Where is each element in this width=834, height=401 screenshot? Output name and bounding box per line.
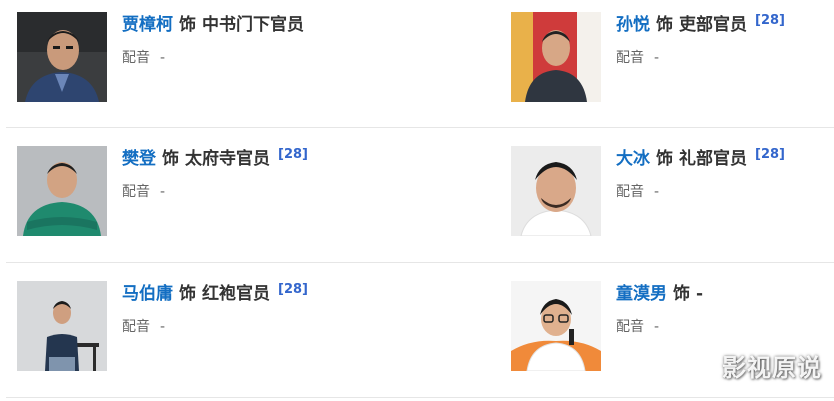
cast-info: 樊登饰太府寺官员 [28] 配音 -	[122, 147, 308, 201]
role-name: 吏部官员	[679, 15, 747, 35]
role-line: 童漠男饰 -	[616, 282, 703, 306]
dubbing-line: 配音 -	[122, 181, 308, 201]
cast-info: 马伯庸饰红袍官员 [28] 配音 -	[122, 282, 308, 336]
role-name: -	[696, 284, 704, 304]
dubbing-label: 配音	[122, 319, 150, 335]
actor-name-link[interactable]: 孙悦	[616, 15, 650, 35]
actor-portrait[interactable]	[17, 146, 107, 236]
dubbing-value: -	[654, 319, 660, 335]
dubbing-label: 配音	[616, 319, 644, 335]
dubbing-line: 配音 -	[122, 316, 308, 336]
role-name: 中书门下官员	[202, 15, 304, 35]
dubbing-value: -	[160, 50, 166, 66]
portrait-image	[17, 12, 107, 102]
actor-portrait[interactable]	[17, 281, 107, 371]
cast-item: 马伯庸饰红袍官员 [28] 配音 -	[6, 263, 406, 397]
cast-info: 贾樟柯饰中书门下官员 配音 -	[122, 13, 304, 67]
dubbing-value: -	[654, 184, 660, 200]
cast-item: 贾樟柯饰中书门下官员 配音 -	[6, 0, 406, 127]
role-line: 贾樟柯饰中书门下官员	[122, 13, 304, 37]
cast-row: 樊登饰太府寺官员 [28] 配音 - 大冰饰礼部官员 [28] 配音 -	[6, 128, 834, 263]
dubbing-label: 配音	[616, 184, 644, 200]
actor-name-link[interactable]: 童漠男	[616, 284, 667, 304]
portrait-image	[17, 146, 107, 236]
actor-portrait[interactable]	[511, 281, 601, 371]
role-name: 太府寺官员	[185, 149, 270, 169]
actor-name-link[interactable]: 大冰	[616, 149, 650, 169]
portrait-image	[17, 281, 107, 371]
portrait-image	[511, 146, 601, 236]
actor-portrait[interactable]	[511, 146, 601, 236]
citation-link[interactable]: [28]	[278, 147, 308, 162]
role-line: 孙悦饰吏部官员 [28]	[616, 13, 785, 37]
as-label: 饰	[673, 284, 690, 304]
actor-portrait[interactable]	[511, 12, 601, 102]
dubbing-line: 配音 -	[616, 316, 703, 336]
cast-item: 樊登饰太府寺官员 [28] 配音 -	[6, 128, 406, 262]
dubbing-line: 配音 -	[122, 47, 304, 67]
dubbing-value: -	[160, 184, 166, 200]
cast-info: 童漠男饰 - 配音 -	[616, 282, 703, 336]
dubbing-label: 配音	[616, 50, 644, 66]
citation-link[interactable]: [28]	[755, 13, 785, 28]
as-label: 饰	[162, 149, 179, 169]
cast-row: 贾樟柯饰中书门下官员 配音 - 孙悦饰吏部官员 [28] 配音 -	[6, 0, 834, 128]
cast-info: 大冰饰礼部官员 [28] 配音 -	[616, 147, 785, 201]
dubbing-label: 配音	[122, 184, 150, 200]
dubbing-line: 配音 -	[616, 181, 785, 201]
as-label: 饰	[179, 15, 196, 35]
dubbing-line: 配音 -	[616, 47, 785, 67]
role-line: 樊登饰太府寺官员 [28]	[122, 147, 308, 171]
cast-item: 孙悦饰吏部官员 [28] 配音 -	[500, 0, 834, 127]
as-label: 饰	[656, 149, 673, 169]
role-line: 马伯庸饰红袍官员 [28]	[122, 282, 308, 306]
as-label: 饰	[656, 15, 673, 35]
dubbing-value: -	[654, 50, 660, 66]
as-label: 饰	[179, 284, 196, 304]
portrait-image	[511, 281, 601, 371]
dubbing-value: -	[160, 319, 166, 335]
citation-link[interactable]: [28]	[755, 147, 785, 162]
role-name: 红袍官员	[202, 284, 270, 304]
role-name: 礼部官员	[679, 149, 747, 169]
role-line: 大冰饰礼部官员 [28]	[616, 147, 785, 171]
actor-name-link[interactable]: 樊登	[122, 149, 156, 169]
actor-portrait[interactable]	[17, 12, 107, 102]
cast-info: 孙悦饰吏部官员 [28] 配音 -	[616, 13, 785, 67]
cast-item: 大冰饰礼部官员 [28] 配音 -	[500, 128, 834, 262]
watermark: 影视原说	[722, 354, 822, 382]
portrait-image	[511, 12, 601, 102]
citation-link[interactable]: [28]	[278, 282, 308, 297]
cast-row: 马伯庸饰红袍官员 [28] 配音 - 童漠男 饰 - 配音 -	[6, 263, 834, 398]
dubbing-label: 配音	[122, 50, 150, 66]
actor-name-link[interactable]: 马伯庸	[122, 284, 173, 304]
actor-name-link[interactable]: 贾樟柯	[122, 15, 173, 35]
cast-list: 贾樟柯饰中书门下官员 配音 - 孙悦饰吏部官员 [28] 配音 - 樊登 饰 太…	[0, 0, 834, 401]
